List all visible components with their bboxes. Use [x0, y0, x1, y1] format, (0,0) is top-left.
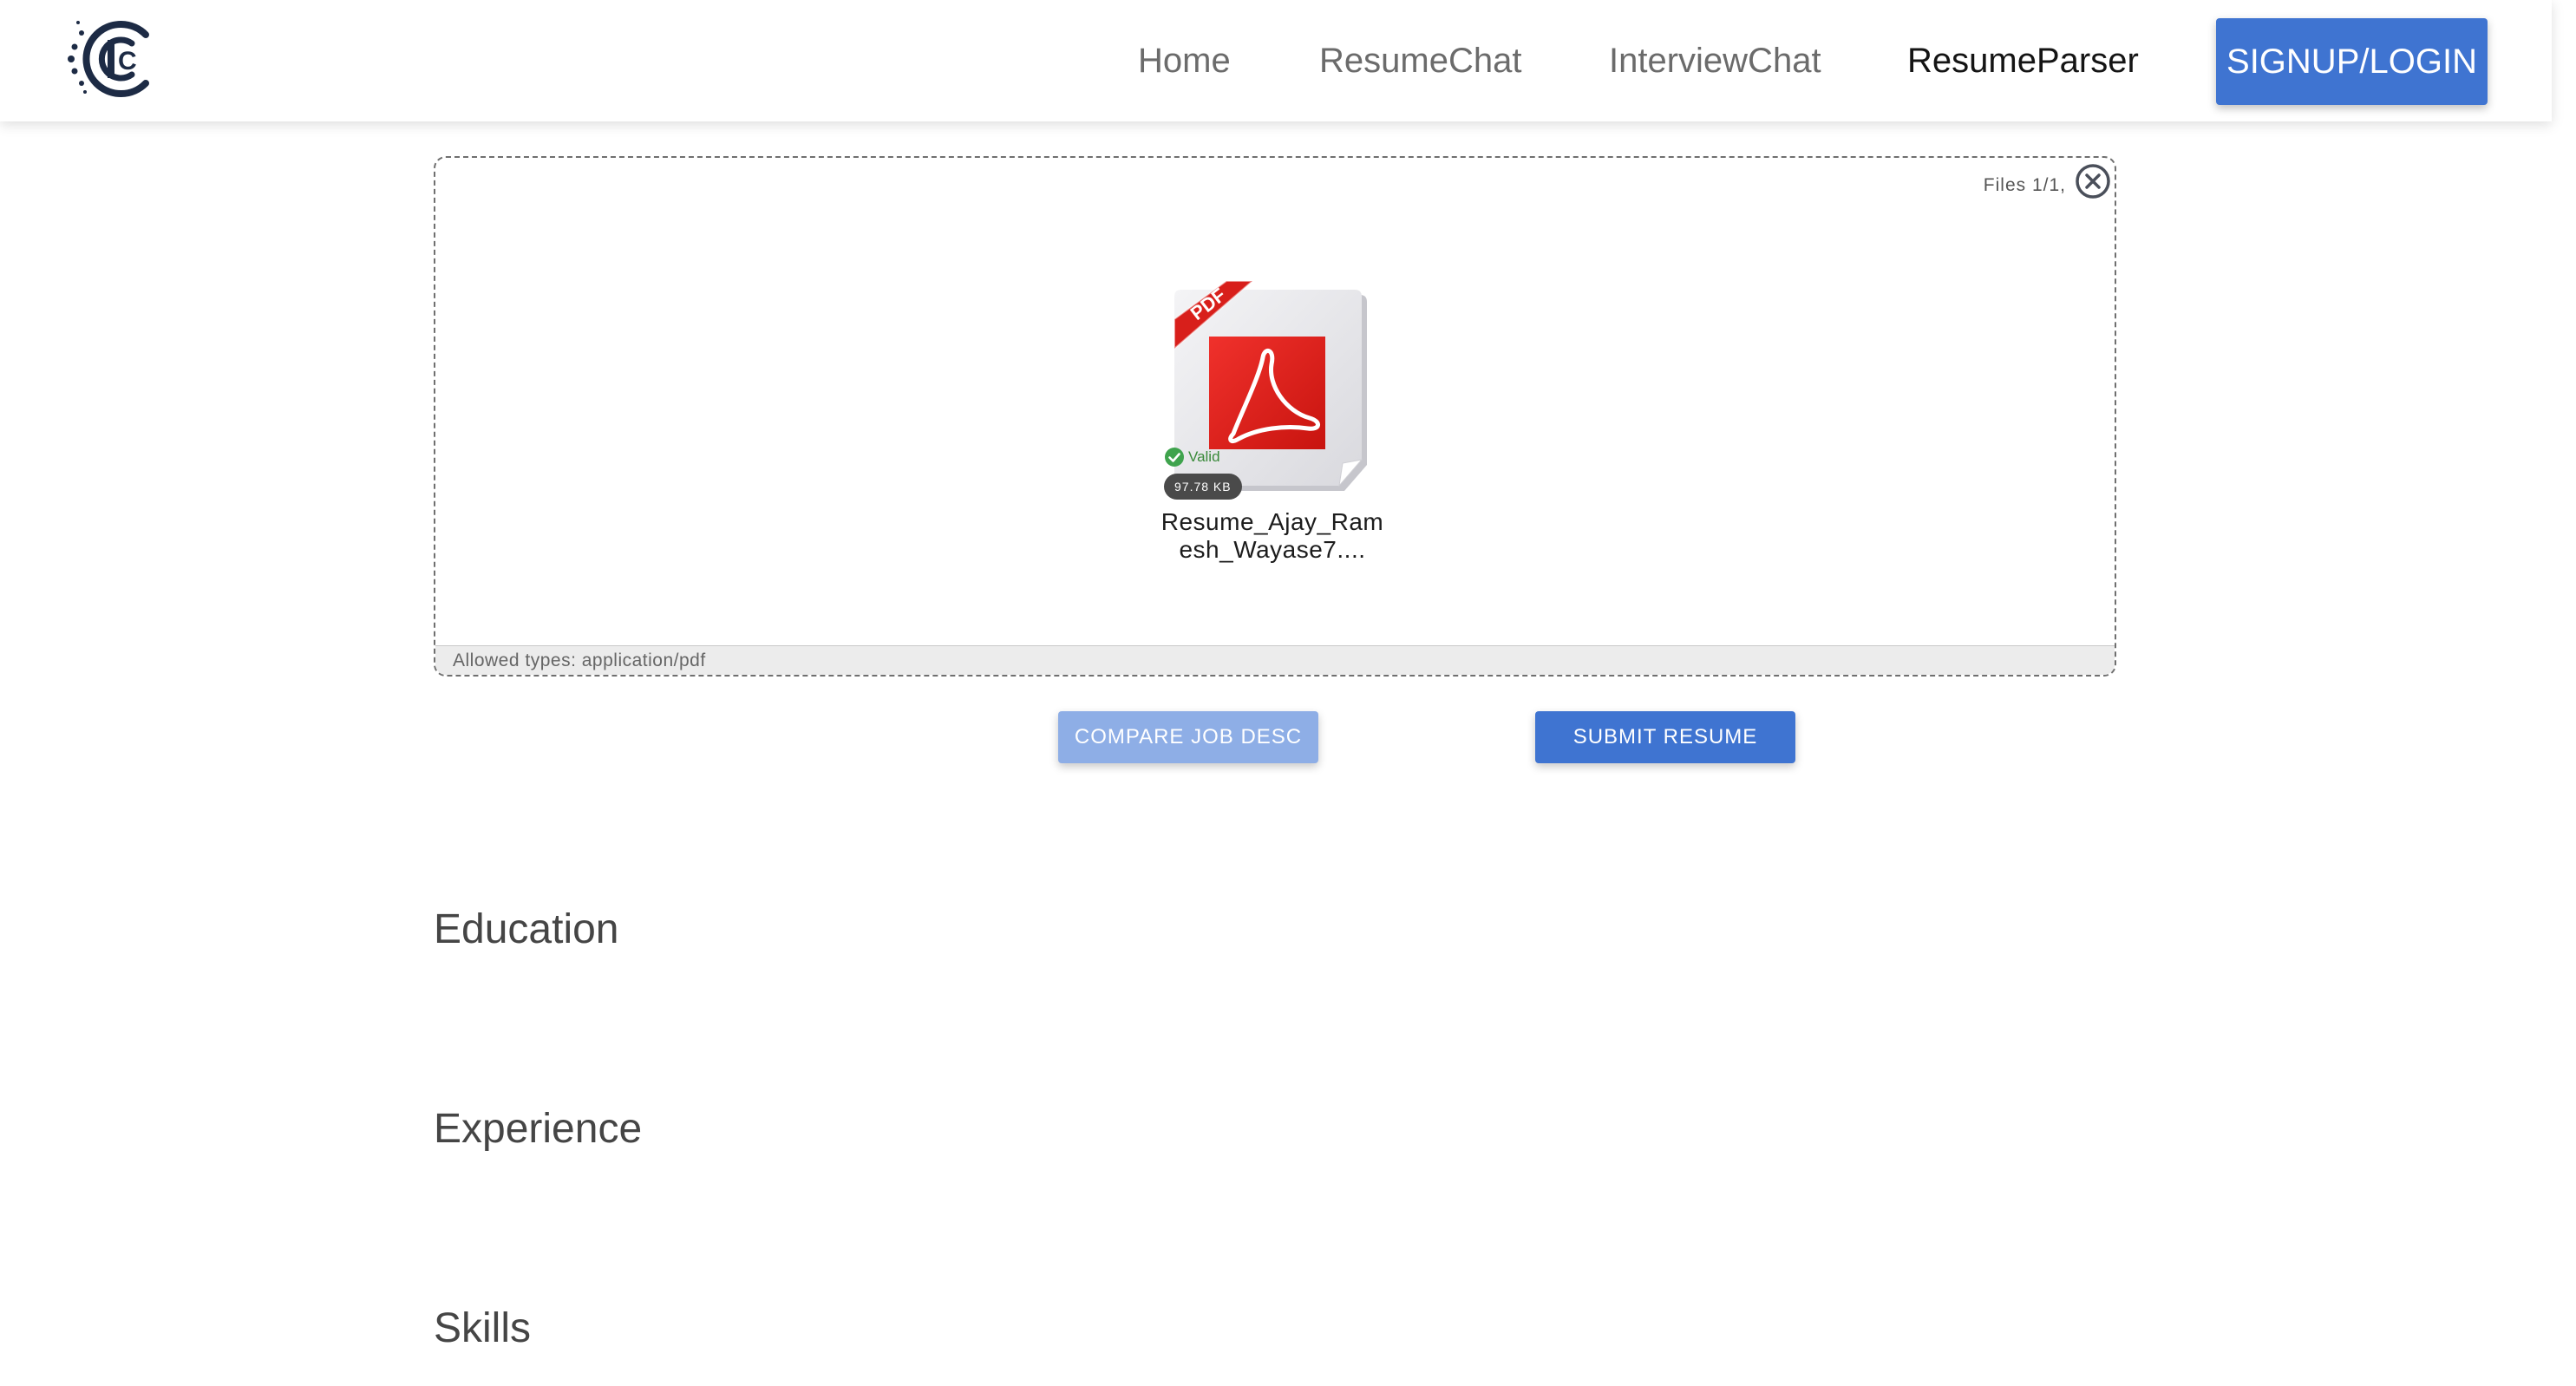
skills-heading: Skills: [434, 1305, 532, 1351]
file-name: Resume_Ajay_Ramesh_Wayase7....: [1161, 508, 1384, 563]
valid-label: Valid: [1188, 448, 1220, 465]
pdf-file-icon: PDF: [1174, 281, 1367, 491]
nav-link-interviewchat[interactable]: InterviewChat: [1609, 35, 1821, 87]
experience-heading: Experience: [434, 1106, 643, 1152]
brand-logo[interactable]: C: [62, 9, 170, 104]
nav-link-resumechat[interactable]: ResumeChat: [1319, 35, 1521, 87]
valid-status-badge: Valid: [1164, 444, 1220, 470]
uploaded-file-card[interactable]: PDF Valid 97.78 KB Resume_Ajay_Ramesh_Wa…: [1155, 281, 1389, 567]
brand-logo-icon: C: [68, 21, 149, 97]
file-size-chip: 97.78 KB: [1164, 474, 1242, 500]
education-heading: Education: [434, 906, 619, 952]
svg-text:C: C: [118, 47, 137, 75]
file-dropzone[interactable]: Files 1/1, PDF Valid 97.78 KB Resume_Aja…: [434, 156, 2116, 677]
allowed-types-footer: Allowed types: application/pdf: [435, 645, 2115, 675]
check-circle-icon: [1165, 448, 1184, 467]
allowed-types-label: Allowed types: application/pdf: [453, 651, 706, 670]
nav-link-resumeparser[interactable]: ResumeParser: [1907, 35, 2139, 87]
clear-files-button[interactable]: [2073, 161, 2113, 201]
compare-job-desc-button[interactable]: COMPARE JOB DESC: [1058, 711, 1318, 763]
signup-login-button[interactable]: SIGNUP/LOGIN: [2216, 18, 2488, 105]
top-navbar: C Home ResumeChat InterviewChat ResumePa…: [0, 0, 2552, 121]
nav-link-home[interactable]: Home: [1138, 35, 1231, 87]
submit-resume-button[interactable]: SUBMIT RESUME: [1535, 711, 1795, 763]
close-circle-icon: [2076, 164, 2110, 199]
files-count: Files 1/1,: [1983, 175, 2066, 195]
